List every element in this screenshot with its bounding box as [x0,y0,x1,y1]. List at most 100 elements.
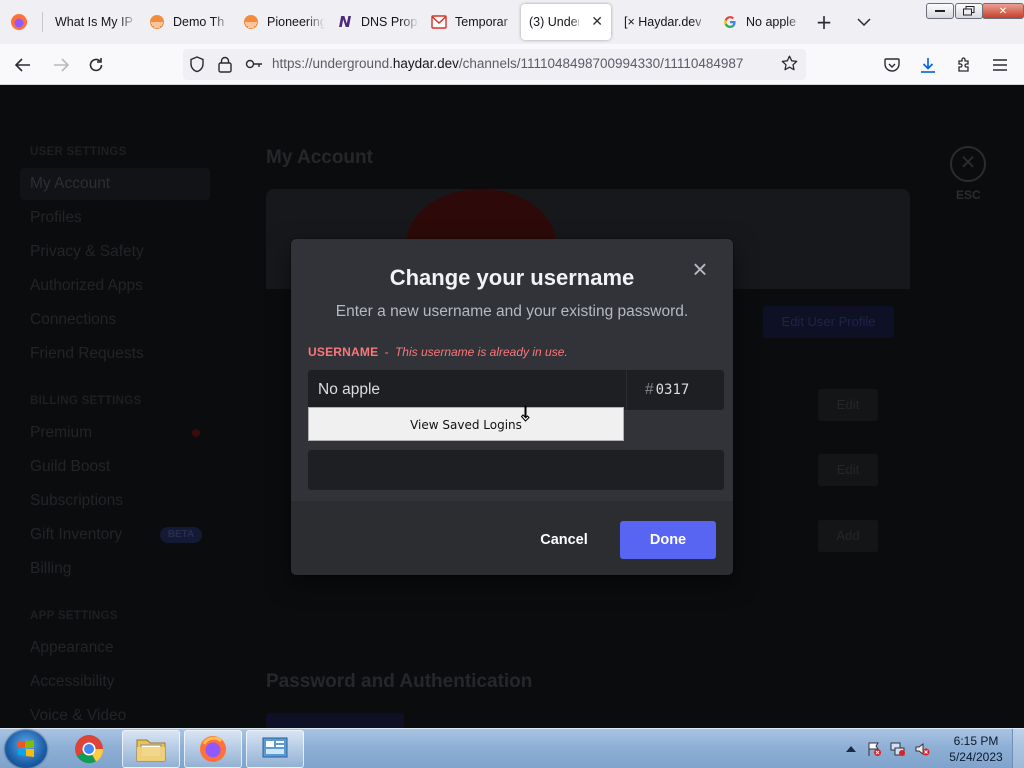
start-button[interactable] [5,730,47,768]
new-tab-icon[interactable]: + [811,9,837,35]
tab-strip: What Is My IP Demo Th Pioneering N DNS P… [0,0,1024,44]
taskbar-chrome[interactable] [60,730,118,768]
tab-dns-prop[interactable]: N DNS Prop [325,4,419,40]
show-hidden-icons-icon[interactable] [843,741,859,757]
billing-settings-header: BILLING SETTINGS [30,395,142,407]
chrome-icon [75,735,104,764]
password-auth-heading: Password and Authentication [266,671,533,692]
google-icon [722,14,738,30]
sidebar-item-authorized-apps[interactable]: Authorized Apps [30,277,143,295]
minimize-button[interactable] [926,3,954,19]
username-label: USERNAME [308,345,379,359]
clock-time: 6:15 PM [953,734,999,748]
username-input[interactable] [308,370,626,410]
tab-temporary-mail[interactable]: Temporar [419,4,519,40]
username-error-message: This username is already in use. [394,345,568,359]
navigation-toolbar: https://underground.haydar.dev/channels/… [0,44,1024,85]
mouse-cursor-icon [520,405,530,422]
password-input[interactable] [308,450,724,490]
sidebar-item-billing[interactable]: Billing [30,560,71,578]
taskbar-control-panel[interactable] [246,730,304,768]
view-saved-logins-popup[interactable]: View Saved Logins [308,407,624,441]
clock[interactable]: 6:15 PM 5/24/2023 [948,733,1004,765]
list-all-tabs-icon[interactable] [851,9,877,35]
change-password-button[interactable] [266,713,404,728]
minimize-icon [935,10,945,12]
tracking-protection-icon[interactable] [189,56,205,76]
done-button[interactable]: Done [620,521,716,559]
edit-username-button[interactable]: Edit [818,389,878,421]
taskbar-explorer[interactable] [122,730,180,768]
username-label-row: USERNAME - This username is already in u… [308,345,568,359]
tab-title: [× Haydar.dev [624,15,702,29]
control-panel-icon [262,737,288,758]
discord-settings-page: USER SETTINGS My Account Profiles Privac… [0,85,1024,728]
hamburger-menu-icon[interactable] [987,52,1013,78]
volume-muted-icon[interactable] [914,741,930,757]
discriminator-field[interactable]: # 0317 [626,370,724,410]
tab-what-is-my-ip[interactable]: What Is My IP [43,4,137,40]
n-logo-icon: N [338,13,352,31]
url-text[interactable]: https://underground.haydar.dev/channels/… [272,56,776,71]
beta-badge: BETA [160,527,202,543]
sidebar-item-my-account[interactable]: My Account [20,168,210,200]
add-phone-button[interactable]: Add [818,520,878,552]
tab-haydar-dev[interactable]: [× Haydar.dev [612,4,710,40]
edit-user-profile-button[interactable]: Edit User Profile [763,306,894,338]
discriminator-value: 0317 [655,382,690,398]
sidebar-item-friend-requests[interactable]: Friend Requests [30,345,144,363]
show-desktop-button[interactable] [1012,729,1024,768]
url-domain: haydar.dev [392,56,459,71]
extensions-icon[interactable] [951,52,977,78]
forward-icon[interactable] [48,52,74,78]
downloads-icon[interactable] [915,52,941,78]
action-center-flag-icon[interactable] [866,741,882,757]
sunset-icon [149,14,165,30]
pocket-icon[interactable] [879,52,905,78]
firefox-menu-icon[interactable] [6,9,32,35]
taskbar: 6:15 PM 5/24/2023 [0,728,1024,768]
change-username-modal: Change your username × Enter a new usern… [291,239,733,575]
sidebar-item-voice-video[interactable]: Voice & Video [30,707,126,725]
modal-subtitle: Enter a new username and your existing p… [335,303,689,320]
tab-no-apple[interactable]: No apple [710,4,804,40]
sidebar-item-profiles[interactable]: Profiles [30,209,82,227]
notification-dot [192,429,200,437]
back-icon[interactable] [10,52,36,78]
edit-email-button[interactable]: Edit [818,454,878,486]
close-tab-icon[interactable]: ✕ [591,14,603,30]
taskbar-firefox[interactable] [184,730,242,768]
close-icon: ✕ [998,5,1008,17]
url-bar[interactable]: https://underground.haydar.dev/channels/… [183,49,806,80]
close-icon[interactable]: × [689,256,711,282]
network-icon[interactable] [890,741,906,757]
modal-title: Change your username [389,265,635,290]
permissions-key-icon[interactable] [245,57,263,74]
tab-pioneering[interactable]: Pioneering [231,4,325,40]
sidebar-item-guild-boost[interactable]: Guild Boost [30,458,110,476]
sidebar-item-gift-inventory[interactable]: Gift Inventory [30,526,122,544]
user-settings-header: USER SETTINGS [30,146,127,158]
close-window-button[interactable]: ✕ [982,3,1024,19]
esc-label: ESC [956,188,981,202]
sidebar-item-premium[interactable]: Premium [30,424,92,442]
windows-logo-icon [18,740,34,757]
page-title: My Account [266,147,373,168]
url-prefix: https://underground. [272,56,393,71]
restore-button[interactable] [955,3,983,19]
sidebar-item-subscriptions[interactable]: Subscriptions [30,492,123,510]
tab-underground-active[interactable]: (3) Underg ✕ [521,4,611,40]
sidebar-item-connections[interactable]: Connections [30,311,116,329]
bookmark-star-icon[interactable] [781,55,798,75]
app-settings-header: APP SETTINGS [30,610,118,622]
sunset-icon [243,14,259,30]
reload-icon[interactable] [83,52,109,78]
sidebar-item-accessibility[interactable]: Accessibility [30,673,114,691]
tab-demo[interactable]: Demo Th [137,4,231,40]
close-settings-icon[interactable]: ✕ [950,146,986,182]
lock-icon[interactable] [218,56,232,76]
cancel-button[interactable]: Cancel [521,521,607,559]
clock-date: 5/24/2023 [949,750,1003,764]
sidebar-item-privacy-safety[interactable]: Privacy & Safety [30,243,144,261]
sidebar-item-appearance[interactable]: Appearance [30,639,114,657]
